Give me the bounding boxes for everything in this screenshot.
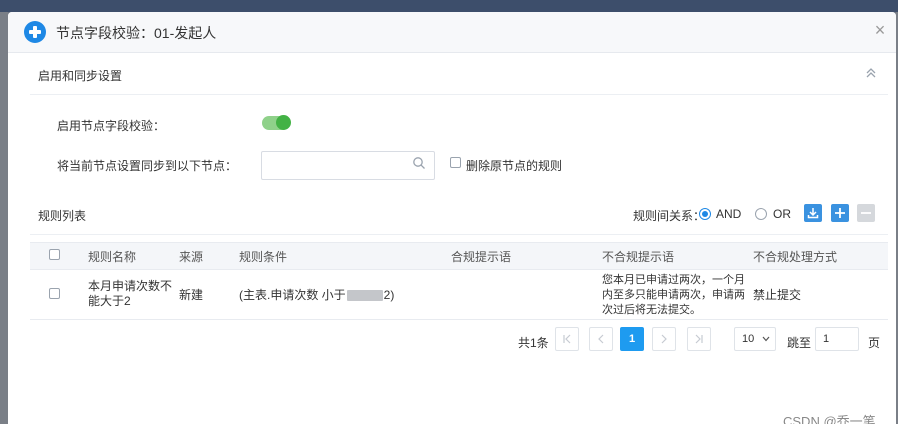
download-icon xyxy=(807,208,819,219)
rules-divider xyxy=(30,234,888,235)
watermark: CSDN @乔一笔 xyxy=(783,414,876,424)
search-icon[interactable] xyxy=(412,156,426,170)
next-page-button[interactable] xyxy=(652,327,676,351)
rule-name-line1: 本月申请次数不 xyxy=(88,279,173,293)
relation-or-radio[interactable] xyxy=(755,208,767,220)
page-current-button[interactable]: 1 xyxy=(620,327,644,351)
field-validation-dialog: 节点字段校验：01-发起人 × 启用和同步设置 启用节点字段校验： 将当前节点设… xyxy=(8,12,896,424)
sync-section-title: 启用和同步设置 xyxy=(38,69,123,83)
close-icon[interactable]: × xyxy=(868,18,892,42)
jump-to-label: 跳至 xyxy=(787,336,812,350)
toggle-knob xyxy=(276,115,291,130)
sync-nodes-input[interactable] xyxy=(261,151,435,180)
sync-nodes-label: 将当前节点设置同步到以下节点： xyxy=(57,159,238,173)
minus-icon xyxy=(861,212,871,214)
rule-name-cell[interactable]: 本月申请次数不 能大于2 xyxy=(88,279,172,309)
rule-noncompliant-tip-cell: 您本月已申请过两次，一个月 内至多只能申请两次，申请两 次过后将无法提交。 xyxy=(602,273,745,318)
enable-validation-label: 启用节点字段校验： xyxy=(57,119,166,133)
rule-name-line2: 能大于2 xyxy=(88,294,131,308)
column-header-condition: 规则条件 xyxy=(239,250,288,264)
last-page-button[interactable] xyxy=(687,327,711,351)
jump-page-input[interactable]: 1 xyxy=(815,327,859,351)
page-unit-label: 页 xyxy=(868,336,881,350)
row-checkbox[interactable] xyxy=(49,288,60,299)
dialog-title: 节点字段校验：01-发起人 xyxy=(56,25,217,41)
rule-condition-suffix: 2) xyxy=(383,288,395,302)
enable-validation-toggle[interactable] xyxy=(262,115,291,130)
first-page-icon xyxy=(563,334,571,344)
dialog-header: 节点字段校验：01-发起人 × xyxy=(8,12,896,53)
noncompliant-tip-line1: 您本月已申请过两次，一个月 xyxy=(602,274,745,286)
relation-and-label[interactable]: AND xyxy=(716,207,741,221)
rule-handling-cell: 禁止提交 xyxy=(753,288,802,302)
chevron-down-icon xyxy=(762,336,770,342)
page-size-value: 10 xyxy=(742,333,755,345)
column-header-rule-name: 规则名称 xyxy=(88,250,137,264)
app-logo-icon xyxy=(24,21,46,43)
rule-condition-prefix: (主表.申请次数 小于 xyxy=(239,288,346,302)
column-header-compliant-tip: 合规提示语 xyxy=(451,250,512,264)
delete-original-rules-checkbox[interactable] xyxy=(450,157,461,168)
first-page-button[interactable] xyxy=(555,327,579,351)
collapse-section-icon[interactable] xyxy=(863,65,879,81)
relation-and-radio[interactable] xyxy=(699,208,711,220)
noncompliant-tip-line2: 内至多只能申请两次，申请两 xyxy=(602,289,745,301)
section-divider xyxy=(30,94,888,95)
pagination-total: 共1条 xyxy=(518,336,549,350)
table-row-divider xyxy=(30,319,888,320)
page-size-select[interactable]: 10 xyxy=(734,327,776,351)
background-app-bar xyxy=(0,0,898,12)
rule-condition-cell: (主表.申请次数 小于 2) xyxy=(239,288,394,303)
chevron-left-icon xyxy=(598,334,604,344)
column-header-handling: 不合规处理方式 xyxy=(753,250,838,264)
prev-page-button[interactable] xyxy=(589,327,613,351)
column-header-source: 来源 xyxy=(179,250,204,264)
plus-icon xyxy=(835,208,845,218)
noncompliant-tip-line3: 次过后将无法提交。 xyxy=(602,304,701,316)
background-overlay-left xyxy=(0,12,8,424)
remove-rule-button[interactable] xyxy=(857,204,875,222)
rules-list-title: 规则列表 xyxy=(38,209,87,223)
delete-original-rules-label: 删除原节点的规则 xyxy=(466,159,563,173)
rule-relation-label: 规则间关系： xyxy=(633,209,706,223)
redacted-value xyxy=(346,290,383,302)
add-rule-button[interactable] xyxy=(831,204,849,222)
last-page-icon xyxy=(695,334,703,344)
chevron-right-icon xyxy=(661,334,667,344)
select-all-checkbox[interactable] xyxy=(49,249,60,260)
import-rules-button[interactable] xyxy=(804,204,822,222)
rule-source-cell: 新建 xyxy=(179,288,204,302)
relation-or-label[interactable]: OR xyxy=(773,207,791,221)
column-header-noncompliant-tip: 不合规提示语 xyxy=(602,250,675,264)
